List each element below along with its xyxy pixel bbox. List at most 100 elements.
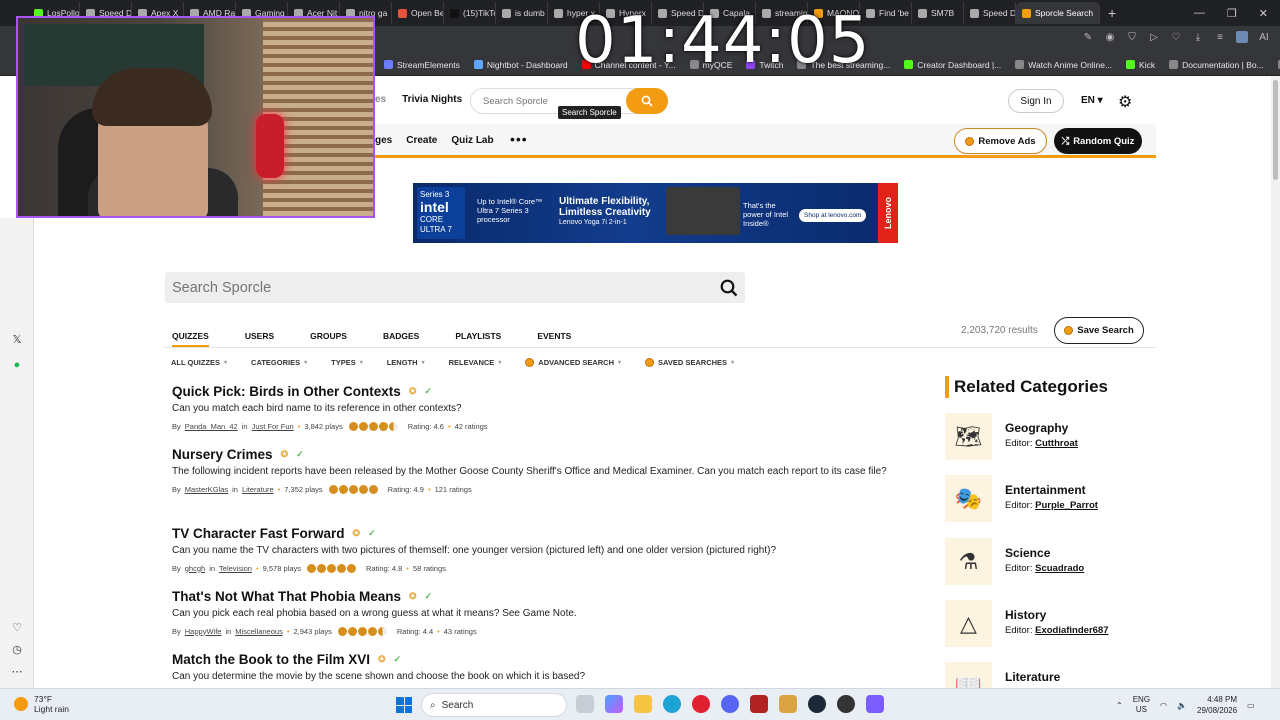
tab-users[interactable]: USERS xyxy=(245,331,274,347)
scrollbar-thumb[interactable] xyxy=(1273,80,1278,180)
tab-playlists[interactable]: PLAYLISTS xyxy=(455,331,501,347)
editor-link[interactable]: Purple_Parrot xyxy=(1035,500,1098,511)
notification-icon[interactable]: ▭ xyxy=(1247,701,1255,710)
discord-icon[interactable] xyxy=(721,695,739,713)
weather-widget[interactable]: 73°F Light rain xyxy=(14,694,69,714)
nav-partial-link[interactable]: es xyxy=(375,94,386,105)
filter-dropdown[interactable]: TYPES ▾ xyxy=(331,358,363,367)
author-link[interactable]: MasterKGlas xyxy=(185,485,228,494)
author-link[interactable]: HappyWife xyxy=(185,627,222,636)
category-link[interactable]: Miscellaneous xyxy=(235,627,283,636)
bookmark-item[interactable]: Watch Anime Online... xyxy=(1015,60,1112,70)
quiz-title[interactable]: Match the Book to the Film XVI xyxy=(172,652,370,667)
quiz-title[interactable]: TV Character Fast Forward xyxy=(172,526,345,541)
random-quiz-button[interactable]: ⤮ Random Quiz xyxy=(1054,128,1142,154)
spotify-icon[interactable]: ● xyxy=(8,356,26,374)
menu-icon[interactable]: ≡ xyxy=(1214,31,1226,43)
browser-tab[interactable]: Open Be xyxy=(392,2,444,24)
steam-icon[interactable] xyxy=(808,695,826,713)
language-selector[interactable]: EN ▾ xyxy=(1081,95,1103,106)
camera-icon[interactable]: ◉ xyxy=(1104,31,1116,43)
browser-tab[interactable]: SM7B xyxy=(912,2,964,24)
tab-quizzes[interactable]: QUIZZES xyxy=(172,331,209,347)
task-view-icon[interactable] xyxy=(576,695,594,713)
history-icon[interactable]: ◷ xyxy=(8,640,26,658)
related-category-science[interactable]: ⚗ Science Editor: Scuadrado xyxy=(945,538,1145,586)
tab-groups[interactable]: GROUPS xyxy=(310,331,347,347)
edit-icon[interactable]: ✎ xyxy=(1082,31,1094,43)
heart-icon[interactable]: ♡ xyxy=(1170,31,1182,43)
tab-events[interactable]: EVENTS xyxy=(537,331,571,347)
heart-icon[interactable]: ♡ xyxy=(8,618,26,636)
subnav-partial-link[interactable]: ges xyxy=(375,135,392,146)
restore-icon[interactable]: ❐ xyxy=(1227,7,1237,20)
copilot-icon[interactable] xyxy=(605,695,623,713)
shield-icon[interactable]: ⛉ xyxy=(1126,31,1138,43)
filter-dropdown[interactable]: RELEVANCE ▾ xyxy=(449,358,502,367)
browser-tab[interactable]: Speed D xyxy=(964,2,1016,24)
browser-tab[interactable]: (15)TikTo xyxy=(444,2,496,24)
calculator-icon[interactable] xyxy=(866,695,884,713)
bookmark-item[interactable]: Kick xyxy=(1126,60,1155,70)
quiz-title[interactable]: Nursery Crimes xyxy=(172,447,273,462)
nav-trivia-nights[interactable]: Trivia Nights xyxy=(402,94,462,105)
subnav-create[interactable]: Create xyxy=(406,135,437,146)
volume-icon[interactable]: 🔈 xyxy=(1177,701,1187,710)
game-icon[interactable] xyxy=(750,695,768,713)
bookmark-item[interactable]: Creator Dashboard |... xyxy=(904,60,1001,70)
page-scrollbar[interactable] xyxy=(1271,76,1280,688)
quiz-title[interactable]: Quick Pick: Birds in Other Contexts xyxy=(172,384,401,399)
obs-icon[interactable] xyxy=(837,695,855,713)
opera-icon[interactable] xyxy=(692,695,710,713)
close-icon[interactable]: ✕ xyxy=(1259,7,1268,20)
gear-icon[interactable]: ⚙ xyxy=(1118,92,1132,112)
filter-dropdown[interactable]: ADVANCED SEARCH ▾ xyxy=(525,358,621,367)
editor-link[interactable]: Exodiafinder687 xyxy=(1035,625,1108,636)
category-link[interactable]: Just For Fun xyxy=(252,422,294,431)
x-icon[interactable]: 𝕏 xyxy=(8,330,26,348)
tab-badges[interactable]: BADGES xyxy=(383,331,419,347)
bookmark-item[interactable]: StreamElements xyxy=(384,60,460,70)
input-language[interactable]: ENG US xyxy=(1133,695,1150,715)
plus-icon[interactable]: + xyxy=(1100,5,1124,21)
browser-tab[interactable]: is dumb xyxy=(496,2,548,24)
author-link[interactable]: Panda_Man_42 xyxy=(185,422,238,431)
windows-start-icon[interactable] xyxy=(396,697,412,713)
related-category-history[interactable]: △ History Editor: Exodiafinder687 xyxy=(945,600,1145,648)
download-icon[interactable]: ⤓ xyxy=(1192,31,1204,43)
file-explorer-icon[interactable] xyxy=(634,695,652,713)
author-link[interactable]: ghcgh xyxy=(185,564,205,573)
editor-link[interactable]: Scuadrado xyxy=(1035,563,1084,574)
clock[interactable]: 4:48 PM 29/08/2026 xyxy=(1197,694,1237,716)
category-link[interactable]: Literature xyxy=(242,485,274,494)
sign-in-button[interactable]: Sign In xyxy=(1008,89,1064,113)
taskbar-search[interactable]: ⌕ Search xyxy=(421,693,567,717)
filter-dropdown[interactable]: CATEGORIES ▾ xyxy=(251,358,307,367)
related-category-geography[interactable]: 🗺 Geography Editor: Cutthroat xyxy=(945,413,1145,461)
remove-ads-button[interactable]: Remove Ads xyxy=(954,128,1047,154)
main-search-input[interactable] xyxy=(165,272,685,303)
advertisement-banner[interactable]: Series 3 intel CORE ULTRA 7 Up to Intel® Co… xyxy=(413,183,898,243)
more-menu-icon[interactable]: ••• xyxy=(510,131,528,147)
wifi-icon[interactable]: ◠ xyxy=(1160,701,1167,710)
bookmark-item[interactable]: Nightbot - Dashboard xyxy=(473,60,568,70)
save-search-button[interactable]: Save Search xyxy=(1054,317,1144,344)
filter-dropdown[interactable]: ALL QUIZZES ▾ xyxy=(171,358,227,367)
header-search-button[interactable] xyxy=(626,88,668,114)
chevron-up-icon[interactable]: ⌃ xyxy=(1116,701,1123,710)
related-category-entertainment[interactable]: 🎭 Entertainment Editor: Purple_Parrot xyxy=(945,475,1145,523)
quiz-title[interactable]: That's Not What That Phobia Means xyxy=(172,589,401,604)
app-icon[interactable] xyxy=(779,695,797,713)
search-icon[interactable] xyxy=(719,278,739,298)
minimize-icon[interactable]: — xyxy=(1194,7,1205,19)
more-icon[interactable]: ⋯ xyxy=(8,662,26,680)
profile-avatar[interactable] xyxy=(1236,31,1248,43)
ai-icon[interactable]: AI xyxy=(1258,31,1270,43)
subnav-quiz-lab[interactable]: Quiz Lab xyxy=(451,135,493,146)
bookmark-item[interactable]: Documentation | Bo... xyxy=(1169,60,1264,70)
ad-shop-button[interactable]: Shop at lenovo.com xyxy=(799,209,867,222)
filter-dropdown[interactable]: SAVED SEARCHES ▾ xyxy=(645,358,734,367)
edge-icon[interactable] xyxy=(663,695,681,713)
filter-dropdown[interactable]: LENGTH ▾ xyxy=(387,358,425,367)
editor-link[interactable]: Cutthroat xyxy=(1035,438,1078,449)
